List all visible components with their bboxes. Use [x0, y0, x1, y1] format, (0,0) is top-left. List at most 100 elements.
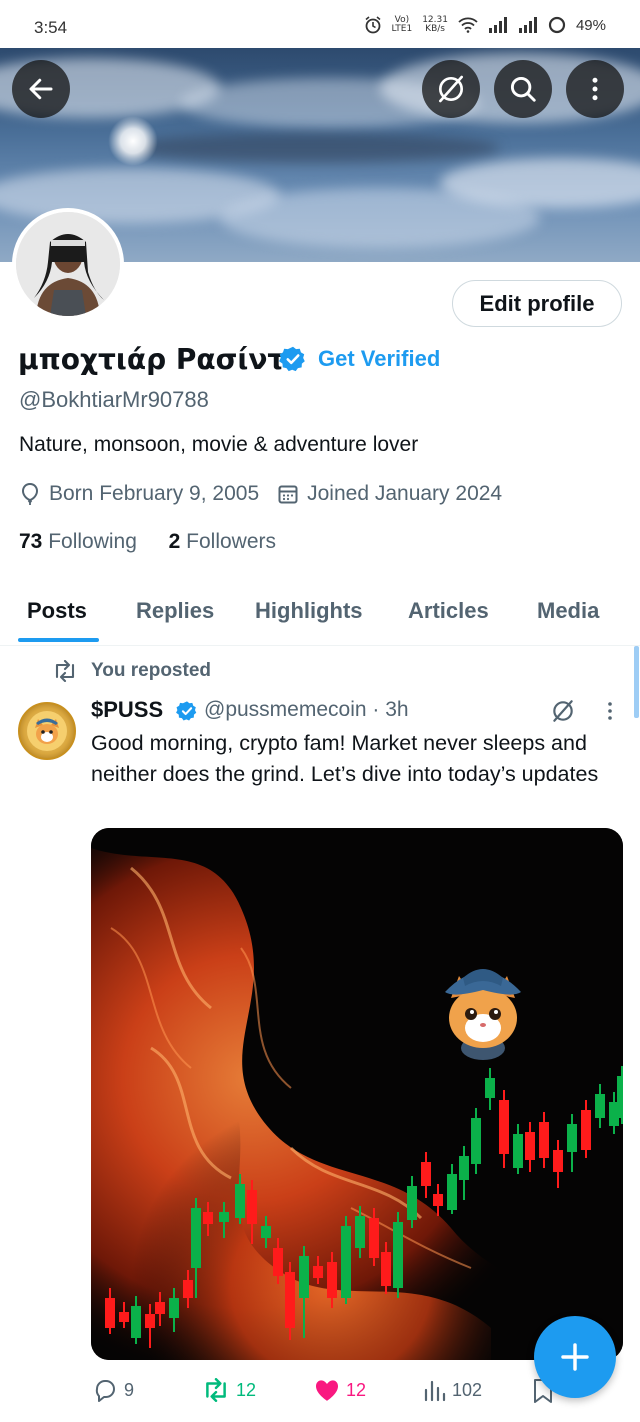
candle-body [447, 1174, 457, 1210]
avatar-image [16, 212, 120, 316]
post-author-name[interactable]: $PUSS [91, 697, 163, 723]
candle-body [219, 1212, 229, 1222]
edit-profile-button[interactable]: Edit profile [452, 280, 622, 327]
followers-link[interactable]: 2 Followers [169, 530, 276, 553]
profile-handle: @BokhtiarMr90788 [19, 387, 209, 412]
repost-icon [206, 1378, 226, 1402]
tab-articles[interactable]: Articles [408, 598, 489, 624]
candle-body [169, 1298, 179, 1318]
repost-count: 12 [236, 1379, 257, 1400]
back-button[interactable] [12, 60, 70, 118]
post-image[interactable] [91, 828, 623, 1360]
speed-label: 12.31 KB/s [422, 15, 448, 34]
candle-body [581, 1110, 591, 1150]
candle-body [381, 1252, 391, 1286]
candle-body [341, 1226, 351, 1298]
candle-body [355, 1216, 365, 1248]
grok-slash-circle-icon [439, 75, 463, 103]
candle-body [393, 1222, 403, 1288]
candle-body [203, 1212, 213, 1224]
battery-icon [548, 16, 566, 34]
more-button[interactable] [566, 60, 624, 118]
signal-icon-2 [518, 17, 537, 33]
candle-body [513, 1134, 523, 1168]
followers-count: 2 [168, 530, 181, 553]
views-chart-icon [424, 1380, 446, 1402]
like-count: 12 [346, 1379, 367, 1400]
candle-body [285, 1272, 295, 1328]
verified-badge-icon [279, 346, 305, 372]
candle-body [235, 1184, 245, 1218]
followers-label: Followers [186, 530, 276, 553]
scrollbar[interactable] [634, 646, 639, 718]
alarm-icon [365, 16, 381, 34]
candle-body [183, 1280, 193, 1298]
profile-avatar[interactable] [12, 208, 124, 320]
candle-body [313, 1266, 323, 1278]
candle-body [433, 1194, 443, 1206]
compose-post-button[interactable] [534, 1316, 616, 1398]
candle-body [261, 1226, 271, 1238]
candle-body [553, 1150, 563, 1172]
fire-candlestick-image [91, 828, 623, 1360]
candle-body [131, 1306, 141, 1338]
status-bar: 3:54 Vo) LTE1 12.31 KB/s 49% [0, 0, 640, 48]
follow-counts: 73 Following 2 Followers [19, 530, 276, 554]
candle-body [191, 1208, 201, 1268]
repost-context-icon [55, 660, 75, 682]
search-icon [510, 76, 536, 102]
following-link[interactable]: 73 Following [19, 530, 137, 553]
heart-filled-icon [315, 1380, 339, 1401]
plus-icon [561, 1343, 589, 1371]
candle-body [145, 1314, 155, 1328]
candle-body [595, 1094, 605, 1118]
candle-body [155, 1302, 165, 1314]
battery-level: 49% [575, 16, 606, 34]
grok-button[interactable] [422, 60, 480, 118]
views-button[interactable]: 102 [424, 1378, 482, 1402]
network-label: Vo) LTE1 [391, 15, 413, 34]
joined-date: Joined January 2024 [307, 482, 503, 505]
reply-button[interactable]: 9 [92, 1378, 134, 1402]
reply-icon [95, 1380, 115, 1402]
tab-media[interactable]: Media [537, 598, 599, 624]
candle-body [247, 1190, 257, 1224]
like-button[interactable]: 12 [314, 1378, 366, 1402]
calendar-icon [278, 485, 298, 504]
candle-body [299, 1256, 309, 1298]
candle-body [119, 1312, 129, 1322]
repost-label: You reposted [91, 660, 211, 681]
post-more-icon[interactable] [600, 700, 620, 722]
puss-coin-image [27, 711, 67, 751]
repost-button[interactable]: 12 [202, 1378, 256, 1402]
candle-body [471, 1118, 481, 1164]
get-verified-link[interactable]: Get Verified [318, 346, 440, 372]
arrow-left-icon [29, 78, 53, 100]
display-name: μποχτιάρ Ρασίντ [18, 343, 286, 376]
tab-replies[interactable]: Replies [136, 598, 214, 624]
profile-bio: Nature, monsoon, movie & adventure lover [19, 433, 419, 456]
tab-highlights[interactable]: Highlights [255, 598, 363, 624]
post-author-meta: @pussmemecoin · 3h [204, 698, 409, 721]
post-text: Good morning, crypto fam! Market never s… [91, 731, 599, 786]
search-button[interactable] [494, 60, 552, 118]
profile-meta: Born February 9, 2005 Joined January 202… [19, 482, 502, 506]
candle-body [499, 1100, 509, 1154]
candle-body [567, 1124, 577, 1152]
birthday-balloon-icon [21, 482, 39, 505]
candle-body [525, 1132, 535, 1160]
candle-body [327, 1262, 337, 1298]
candle-body [105, 1298, 115, 1328]
view-count: 102 [452, 1379, 483, 1400]
signal-icon [488, 17, 507, 33]
candle-body [617, 1076, 623, 1118]
candle-body [485, 1078, 495, 1098]
following-count: 73 [19, 530, 43, 553]
tab-posts[interactable]: Posts [27, 598, 87, 624]
wifi-icon [458, 17, 478, 33]
post-grok-icon[interactable] [550, 698, 576, 724]
candle-body [273, 1248, 283, 1276]
candle-body [369, 1218, 379, 1258]
profile-tabs: Posts Replies Highlights Articles Media [0, 586, 640, 646]
post-author-avatar[interactable] [18, 702, 76, 760]
